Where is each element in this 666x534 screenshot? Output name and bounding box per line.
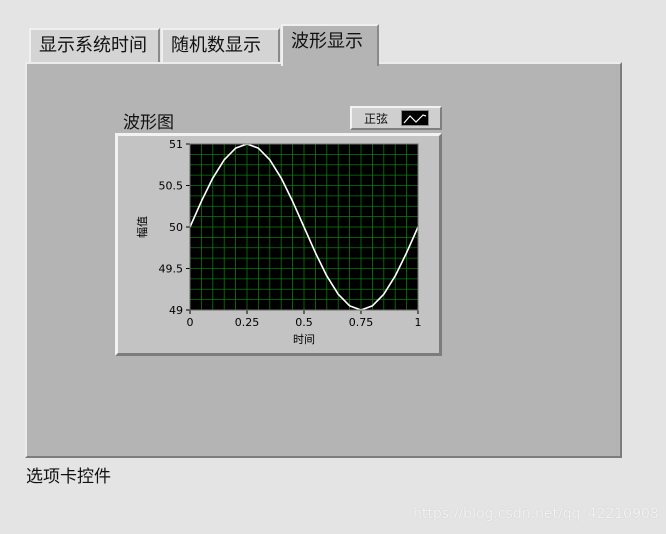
y-tick-label: 50	[169, 221, 183, 234]
tab-label: 波形显示	[291, 31, 363, 52]
y-tick-label: 50.5	[159, 180, 184, 193]
x-tick-label: 0.75	[349, 316, 374, 329]
y-tick-label: 51	[169, 138, 183, 151]
graph-title: 波形图	[123, 113, 174, 133]
tab-control-caption: 选项卡控件	[26, 467, 111, 487]
y-tick-label: 49	[169, 304, 183, 317]
tab-show-system-time[interactable]: 显示系统时间	[29, 28, 160, 62]
waveform-chart: 0 0.25 0.5 0.75 1 51 50.5 50 49.5 49 时间 幅值	[136, 138, 422, 346]
legend-series-name: 正弦	[364, 112, 389, 126]
tab-waveform[interactable]: 波形显示	[281, 24, 379, 66]
y-tick-label: 49.5	[159, 263, 184, 276]
x-tick-label: 1	[415, 316, 422, 329]
legend-line-icon[interactable]	[401, 110, 429, 126]
y-axis-label: 幅值	[136, 216, 149, 238]
waveform-graph[interactable]: 0 0.25 0.5 0.75 1 51 50.5 50 49.5 49 时间 幅值	[115, 133, 442, 356]
tab-label: 显示系统时间	[39, 35, 147, 56]
tab-label: 随机数显示	[171, 35, 261, 56]
x-tick-label: 0	[187, 316, 194, 329]
tab-panel: 波形图 正弦 0 0.25 0.5 0.75 1 51 50.5 50 49.5 49 时间 幅值	[25, 62, 622, 458]
x-axis-label: 时间	[293, 333, 315, 346]
plot-legend[interactable]: 正弦	[350, 106, 442, 130]
x-tick-label: 0.25	[235, 316, 260, 329]
x-tick-label: 0.5	[295, 316, 313, 329]
watermark: https://blog.csdn.net/qq_42210908	[413, 506, 659, 522]
tab-random-number[interactable]: 随机数显示	[161, 28, 280, 62]
